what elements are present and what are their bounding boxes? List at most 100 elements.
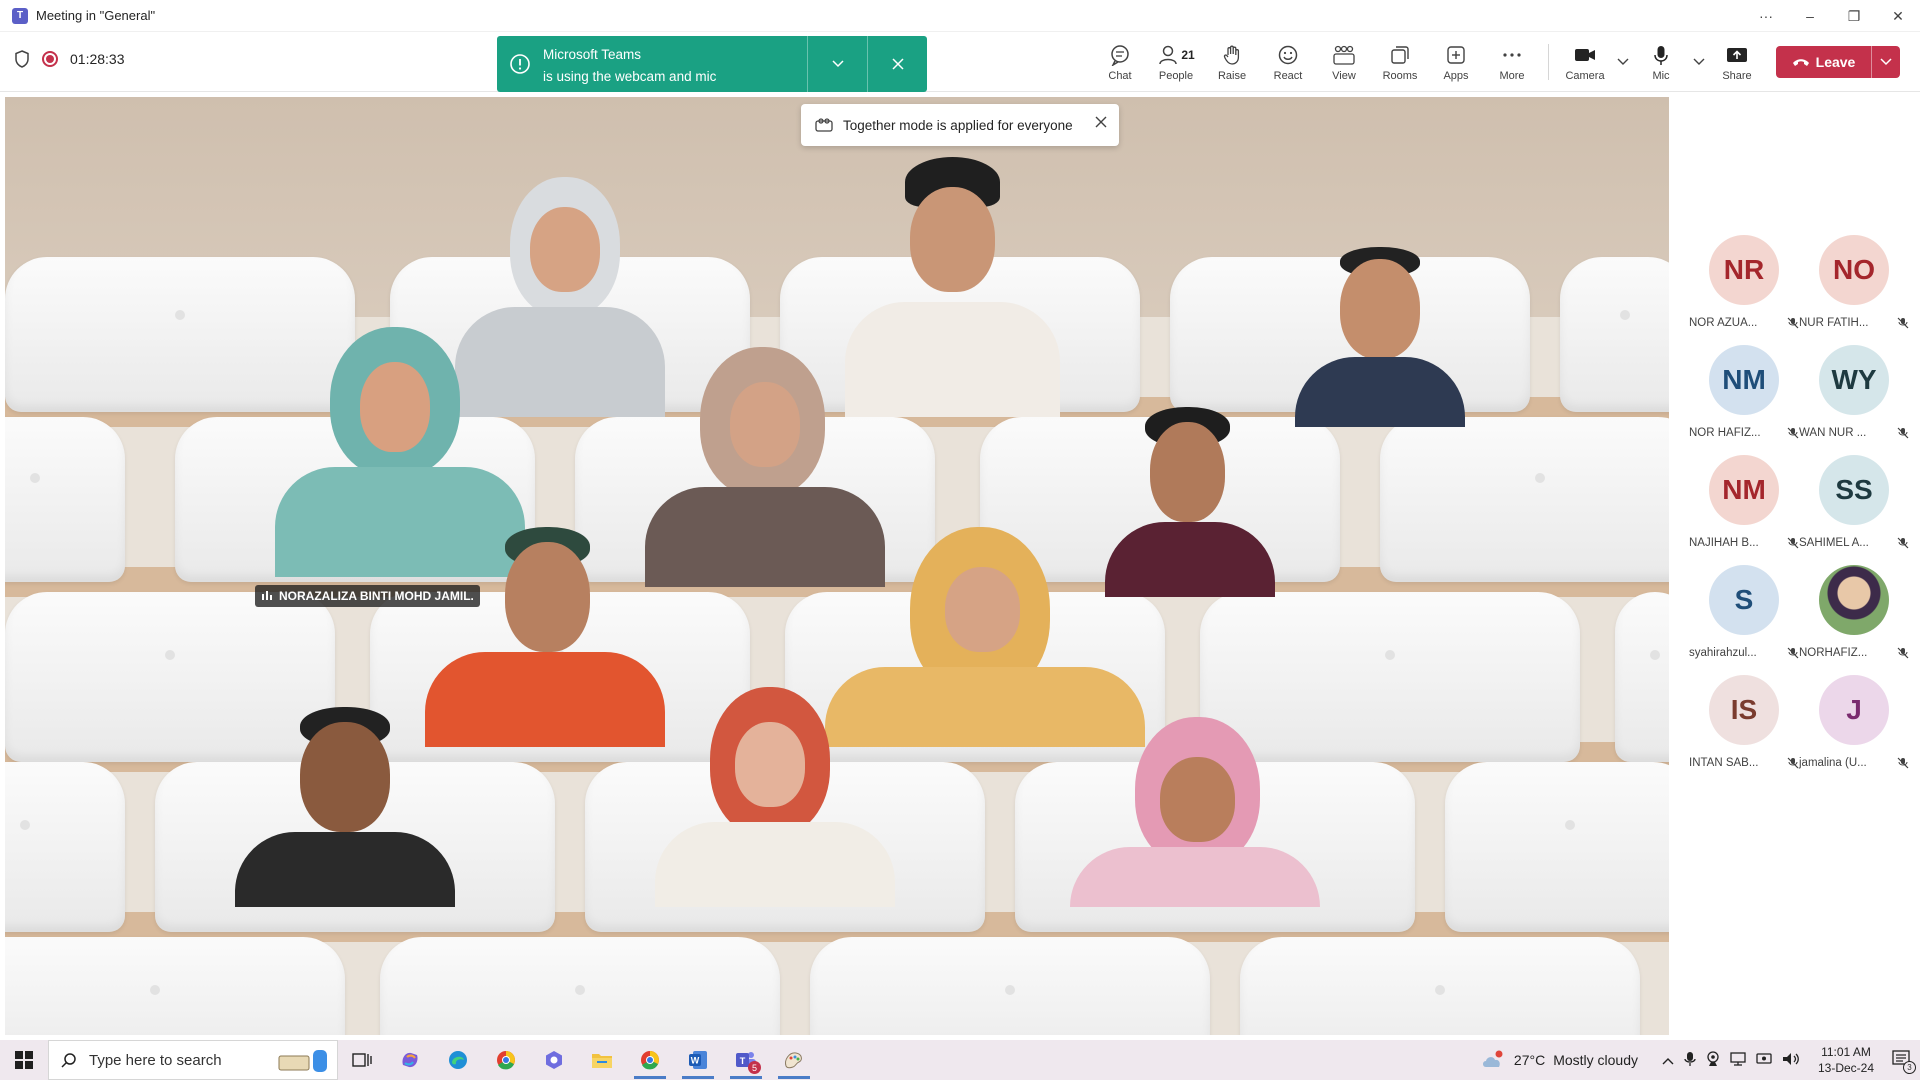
- mic-muted-icon: [1897, 317, 1909, 329]
- teams-app-icon: T: [12, 7, 28, 24]
- speaking-indicator-icon: [262, 591, 272, 600]
- more-label: More: [1499, 70, 1525, 82]
- tray-network[interactable]: [1730, 1051, 1746, 1070]
- seat: [380, 937, 780, 1035]
- together-mode-text: Together mode is applied for everyone: [843, 117, 1073, 133]
- taskbar-word[interactable]: W: [674, 1040, 722, 1080]
- dismiss-banner-button[interactable]: [1095, 116, 1107, 131]
- restore-button[interactable]: ❐: [1832, 0, 1876, 32]
- taskbar-chrome[interactable]: [482, 1040, 530, 1080]
- taskbar-search[interactable]: Type here to search: [48, 1040, 338, 1080]
- roster-participant[interactable]: Ssyahirahzul...: [1689, 565, 1799, 675]
- weather-widget[interactable]: 27°C Mostly cloudy: [1480, 1050, 1638, 1070]
- leave-options-chevron[interactable]: [1872, 58, 1900, 66]
- mic-muted-icon: [1897, 427, 1909, 439]
- roster-participant[interactable]: NORHAFIZ...: [1799, 565, 1909, 675]
- seat: [1445, 762, 1669, 932]
- participant-name: NAJIHAH B...: [1689, 537, 1759, 549]
- close-icon: [891, 58, 904, 70]
- apps-button[interactable]: Apps: [1428, 36, 1484, 88]
- tray-mic[interactable]: [1684, 1051, 1696, 1070]
- clock-time: 11:01 AM: [1821, 1045, 1871, 1059]
- roster-participant[interactable]: WY WAN NUR ...: [1799, 345, 1909, 455]
- avatar: NM: [1709, 345, 1779, 415]
- roster-participant[interactable]: NR NOR AZUA...: [1689, 235, 1799, 345]
- show-hidden-icons-chevron[interactable]: [1662, 1052, 1674, 1068]
- chevron-down-icon: [831, 60, 844, 68]
- people-button[interactable]: 21 People: [1148, 36, 1204, 88]
- react-button[interactable]: React: [1260, 36, 1316, 88]
- seat: [5, 762, 125, 932]
- roster-participant[interactable]: NM NOR HAFIZ...: [1689, 345, 1799, 455]
- tray-webcam[interactable]: [1706, 1050, 1720, 1070]
- react-label: React: [1273, 70, 1303, 82]
- roster-participant[interactable]: SS SAHIMEL A...: [1799, 455, 1909, 565]
- task-view-button[interactable]: [338, 1040, 386, 1080]
- avatar: NM: [1709, 455, 1779, 525]
- rooms-label: Rooms: [1382, 70, 1418, 82]
- leave-main[interactable]: Leave: [1776, 54, 1871, 70]
- taskbar-copilot-app[interactable]: [530, 1040, 578, 1080]
- close-window-button[interactable]: ✕: [1876, 0, 1920, 32]
- participant-name: NORHAFIZ...: [1799, 647, 1868, 659]
- notification-text: Microsoft Teams is using the webcam and …: [543, 36, 807, 92]
- notification-center-button[interactable]: 3: [1892, 1049, 1916, 1074]
- roster-participant[interactable]: IS INTAN SAB...: [1689, 675, 1799, 785]
- taskbar-chrome-active[interactable]: [626, 1040, 674, 1080]
- taskbar-paint[interactable]: [770, 1040, 818, 1080]
- view-button[interactable]: View: [1316, 36, 1372, 88]
- taskbar-clock[interactable]: 11:01 AM 13-Dec-24: [1810, 1044, 1882, 1076]
- hang-up-icon: [1792, 59, 1809, 66]
- meeting-timer: 01:28:33: [70, 51, 125, 67]
- people-label: People: [1158, 70, 1194, 82]
- rooms-button[interactable]: Rooms: [1372, 36, 1428, 88]
- taskbar-file-explorer[interactable]: [578, 1040, 626, 1080]
- roster-participant[interactable]: Jjamalina (U...: [1799, 675, 1909, 785]
- tray-display[interactable]: [1756, 1051, 1772, 1070]
- roster-name-row: jamalina (U...: [1799, 757, 1909, 769]
- participant-name: INTAN SAB...: [1689, 757, 1759, 769]
- view-layout-icon: [1333, 45, 1355, 65]
- participant-name: WAN NUR ...: [1799, 427, 1867, 439]
- mic-options-chevron[interactable]: [1689, 36, 1709, 88]
- avatar: SS: [1819, 455, 1889, 525]
- seat: [1240, 937, 1640, 1035]
- roster-participant[interactable]: NO NUR FATIH...: [1799, 235, 1909, 345]
- mic-muted-icon: [1787, 757, 1799, 769]
- more-actions-button[interactable]: More: [1484, 36, 1540, 88]
- share-button[interactable]: Share: [1709, 36, 1765, 88]
- camera-icon: [1575, 49, 1595, 61]
- toolbar-divider: [1548, 44, 1549, 80]
- speaker-nametag: NORAZALIZA BINTI MOHD JAMIL.: [255, 585, 480, 607]
- taskbar-teams[interactable]: T 5: [722, 1040, 770, 1080]
- chat-icon: [1111, 45, 1129, 66]
- copilot-hex-icon: [546, 1051, 562, 1069]
- roster-name-row: NORHAFIZ...: [1799, 647, 1909, 659]
- camera-button[interactable]: Camera: [1557, 36, 1613, 88]
- chat-button[interactable]: Chat: [1092, 36, 1148, 88]
- taskbar-copilot[interactable]: [386, 1040, 434, 1080]
- tray-volume[interactable]: [1782, 1051, 1800, 1070]
- taskbar-edge[interactable]: [434, 1040, 482, 1080]
- leave-button[interactable]: Leave: [1776, 46, 1900, 78]
- camera-options-chevron[interactable]: [1613, 36, 1633, 88]
- avatar: [1819, 565, 1889, 635]
- mic-muted-icon: [1897, 647, 1909, 659]
- window-title: Meeting in "General": [36, 8, 156, 23]
- hand-icon: [1223, 45, 1240, 65]
- minimize-button[interactable]: –: [1788, 0, 1832, 32]
- notification-expand-button[interactable]: [807, 36, 867, 92]
- start-button[interactable]: [0, 1040, 48, 1080]
- mic-button[interactable]: Mic: [1633, 36, 1689, 88]
- clock-date: 13-Dec-24: [1817, 1061, 1875, 1075]
- view-label: View: [1332, 70, 1356, 82]
- weather-desc: Mostly cloudy: [1553, 1052, 1638, 1068]
- shield-icon: [15, 50, 29, 68]
- notification-close-button[interactable]: [867, 36, 927, 92]
- window-more-button[interactable]: ···: [1744, 0, 1788, 32]
- raise-hand-button[interactable]: Raise: [1204, 36, 1260, 88]
- roster-participant[interactable]: NM NAJIHAH B...: [1689, 455, 1799, 565]
- notification-title: Microsoft Teams: [543, 47, 642, 62]
- search-highlight-icon: [278, 1050, 327, 1072]
- chevron-down-icon: [1617, 58, 1629, 65]
